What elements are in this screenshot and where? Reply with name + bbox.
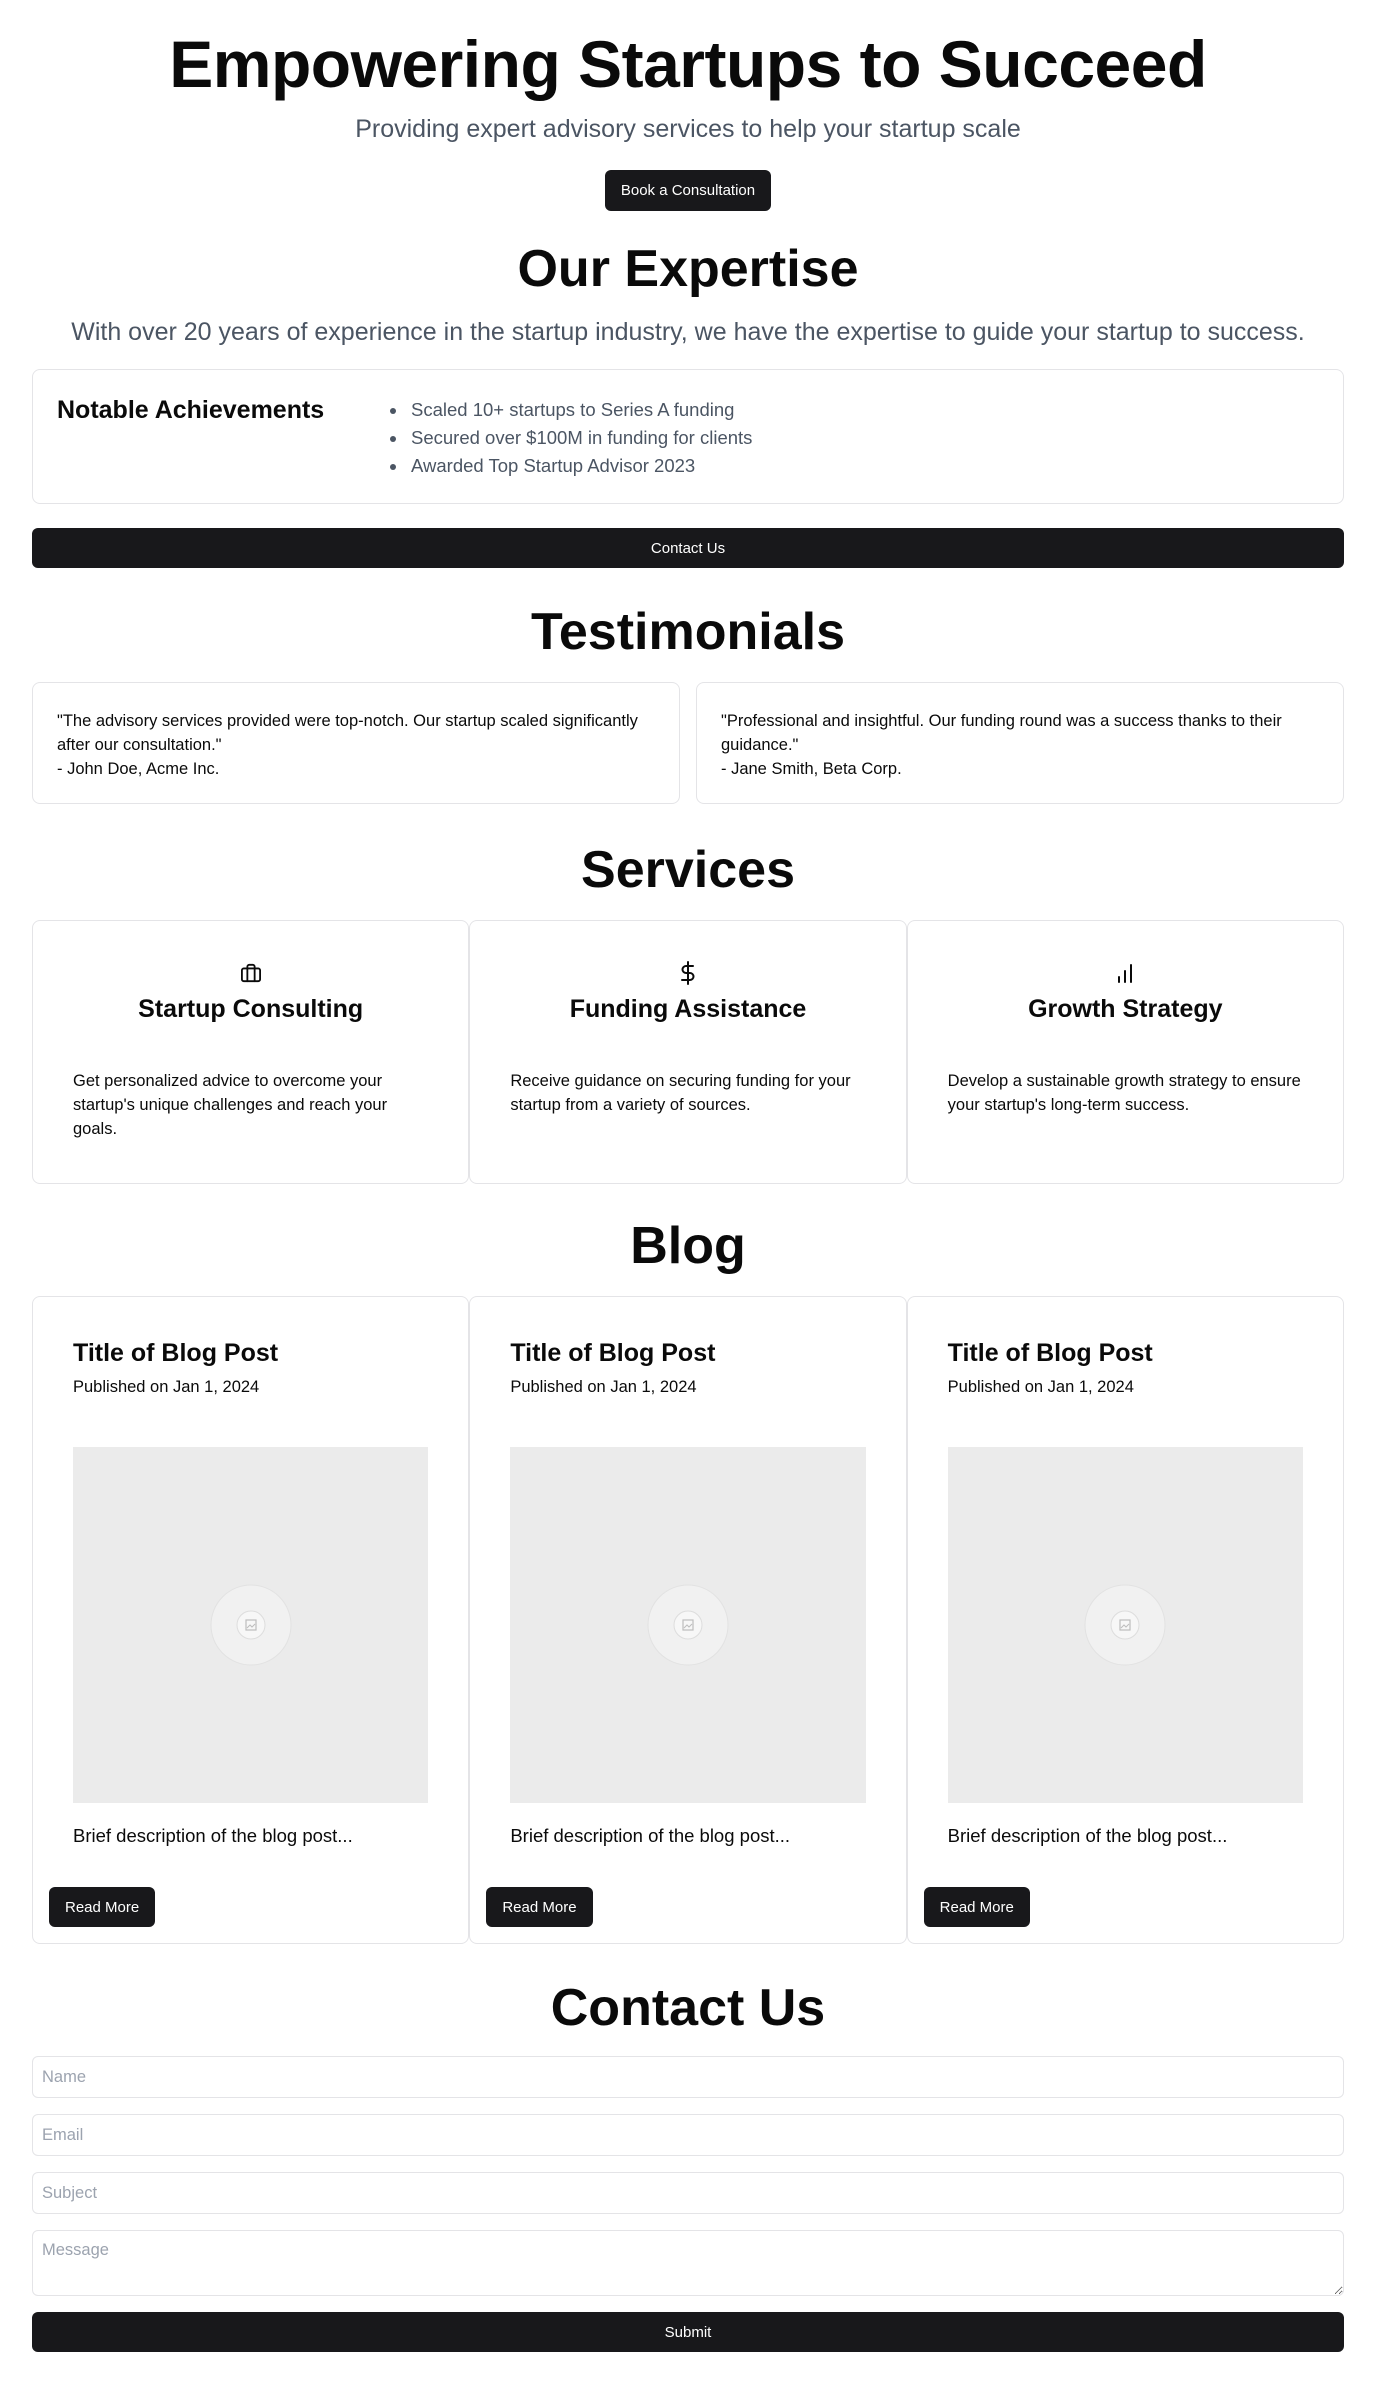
achievements-title: Notable Achievements (57, 396, 325, 424)
blog-post-description: Brief description of the blog post... (510, 1825, 791, 1846)
blog-post-description: Brief description of the blog post... (947, 1825, 1228, 1846)
blog-image-placeholder (73, 1447, 429, 1803)
blog-title: Blog (630, 1217, 746, 1275)
testimonial-card: "The advisory services provided were top… (32, 682, 680, 804)
achievement-item: Secured over $100M in funding for client… (385, 424, 752, 452)
read-more-button[interactable]: Read More (49, 1887, 156, 1927)
blog-section: Blog Title of Blog Post Published on Jan… (32, 1216, 1344, 1944)
submit-button[interactable]: Submit (32, 2312, 1344, 2352)
expertise-section: Our Expertise With over 20 years of expe… (32, 239, 1344, 568)
blog-post-title: Title of Blog Post (510, 1339, 716, 1367)
achievement-item: Scaled 10+ startups to Series A funding (385, 396, 752, 424)
book-consultation-button[interactable]: Book a Consultation (604, 170, 772, 211)
read-more-button[interactable]: Read More (486, 1887, 593, 1927)
message-field[interactable] (32, 2230, 1344, 2296)
testimonial-card: "Professional and insightful. Our fundin… (696, 682, 1344, 804)
service-description: Get personalized advice to overcome your… (73, 1072, 388, 1138)
service-title: Funding Assistance (569, 995, 807, 1023)
testimonials-title: Testimonials (530, 603, 845, 661)
service-card: Startup Consulting Get personalized advi… (32, 920, 470, 1184)
achievements-card: Notable Achievements Scaled 10+ startups… (32, 369, 1344, 504)
service-card: Growth Strategy Develop a sustainable gr… (906, 920, 1344, 1184)
blog-post-date: Published on Jan 1, 2024 (73, 1378, 260, 1396)
contact-us-button[interactable]: Contact Us (32, 528, 1344, 568)
bar-chart-icon (948, 961, 1303, 985)
hero-subtitle: Providing expert advisory services to he… (355, 115, 1021, 143)
testimonials-section: Testimonials "The advisory services prov… (32, 602, 1344, 804)
read-more-button[interactable]: Read More (923, 1887, 1030, 1927)
image-icon (1084, 1584, 1166, 1666)
service-description: Receive guidance on securing funding for… (510, 1072, 851, 1114)
image-icon (647, 1584, 729, 1666)
testimonial-author: - Jane Smith, Beta Corp. (721, 760, 902, 778)
services-title: Services (581, 841, 795, 899)
dollar-icon (510, 961, 865, 985)
testimonial-quote: "Professional and insightful. Our fundin… (721, 712, 1282, 754)
service-description: Develop a sustainable growth strategy to… (947, 1072, 1301, 1114)
blog-post-title: Title of Blog Post (73, 1339, 279, 1367)
blog-post-description: Brief description of the blog post... (73, 1825, 353, 1846)
name-field[interactable] (32, 2056, 1344, 2098)
expertise-title: Our Expertise (517, 240, 859, 298)
image-icon (210, 1584, 292, 1666)
service-title: Growth Strategy (1028, 995, 1223, 1023)
hero-title: Empowering Startups to Succeed (169, 27, 1207, 101)
blog-card: Title of Blog Post Published on Jan 1, 2… (906, 1296, 1344, 1944)
services-row: Startup Consulting Get personalized advi… (32, 920, 1344, 1184)
achievements-list: Scaled 10+ startups to Series A funding … (385, 394, 752, 479)
hero-section: Empowering Startups to Succeed Providing… (32, 0, 1344, 211)
testimonial-quote: "The advisory services provided were top… (57, 712, 638, 754)
blog-card: Title of Blog Post Published on Jan 1, 2… (32, 1296, 470, 1944)
testimonials-row: "The advisory services provided were top… (32, 682, 1344, 804)
blog-row: Title of Blog Post Published on Jan 1, 2… (32, 1296, 1344, 1944)
services-section: Services Startup Consulting Get personal… (32, 840, 1344, 1184)
contact-form: Submit (32, 2056, 1344, 2352)
blog-post-title: Title of Blog Post (947, 1339, 1153, 1367)
subject-field[interactable] (32, 2172, 1344, 2214)
blog-image-placeholder (510, 1447, 866, 1803)
service-card: Funding Assistance Receive guidance on s… (469, 920, 907, 1184)
blog-image-placeholder (947, 1447, 1303, 1803)
expertise-lead: With over 20 years of experience in the … (71, 318, 1305, 346)
page: Empowering Startups to Succeed Providing… (0, 0, 1376, 2352)
blog-post-date: Published on Jan 1, 2024 (947, 1378, 1134, 1396)
contact-section: Contact Us Submit (32, 1978, 1344, 2352)
blog-card: Title of Blog Post Published on Jan 1, 2… (469, 1296, 907, 1944)
email-field[interactable] (32, 2114, 1344, 2156)
contact-title: Contact Us (550, 1979, 826, 2037)
service-title: Startup Consulting (138, 995, 364, 1023)
briefcase-icon (73, 961, 428, 985)
testimonial-author: - John Doe, Acme Inc. (57, 760, 220, 778)
blog-post-date: Published on Jan 1, 2024 (510, 1378, 697, 1396)
achievement-item: Awarded Top Startup Advisor 2023 (385, 452, 752, 480)
